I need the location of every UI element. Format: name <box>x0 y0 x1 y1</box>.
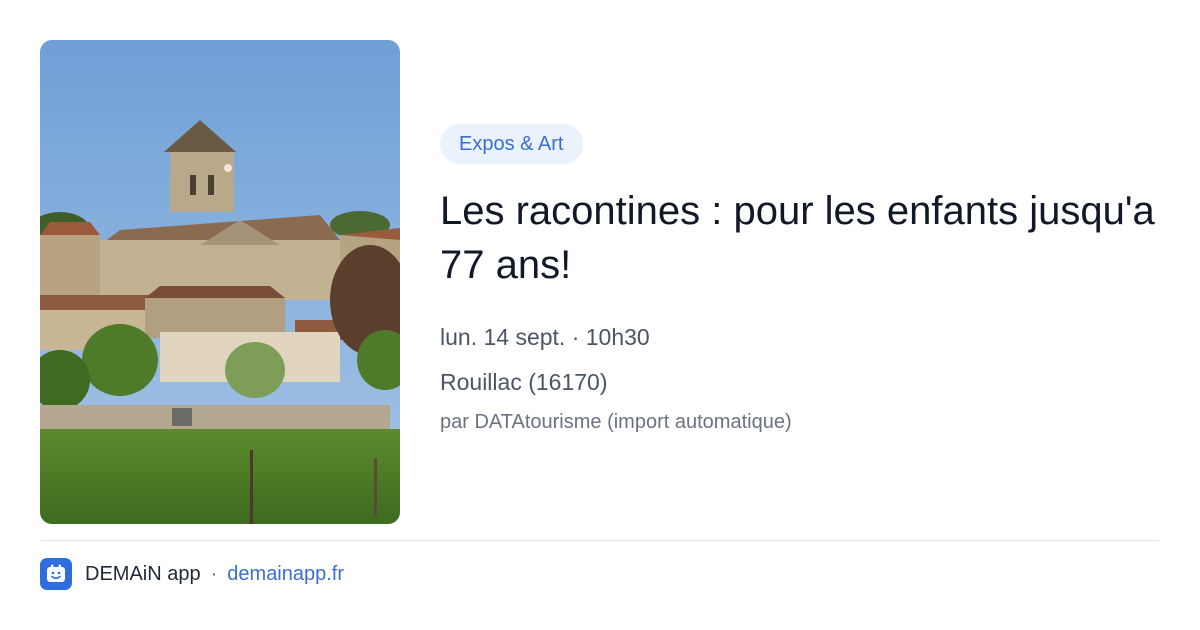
category-badge[interactable]: Expos & Art <box>440 124 583 164</box>
share-card: Expos & Art Les racontines : pour les en… <box>0 0 1200 630</box>
footer: DEMAiN app · demainapp.fr <box>40 558 344 590</box>
event-location: Rouillac (16170) <box>440 369 608 395</box>
event-datetime: lun. 14 sept. · 10h30 <box>440 324 650 350</box>
footer-separator: · <box>210 562 218 585</box>
calendar-smile-icon[interactable] <box>40 558 72 590</box>
event-source: par DATAtourisme (import automatique) <box>440 411 792 433</box>
event-photo <box>40 40 400 524</box>
village-church-image <box>40 40 400 524</box>
footer-divider <box>40 540 1160 541</box>
event-details: Expos & Art Les racontines : pour les en… <box>440 124 1160 437</box>
app-url-link[interactable]: demainapp.fr <box>227 563 344 586</box>
event-title[interactable]: Les racontines : pour les enfants jusqu'… <box>440 184 1160 292</box>
app-name: DEMAiN app <box>85 562 201 585</box>
